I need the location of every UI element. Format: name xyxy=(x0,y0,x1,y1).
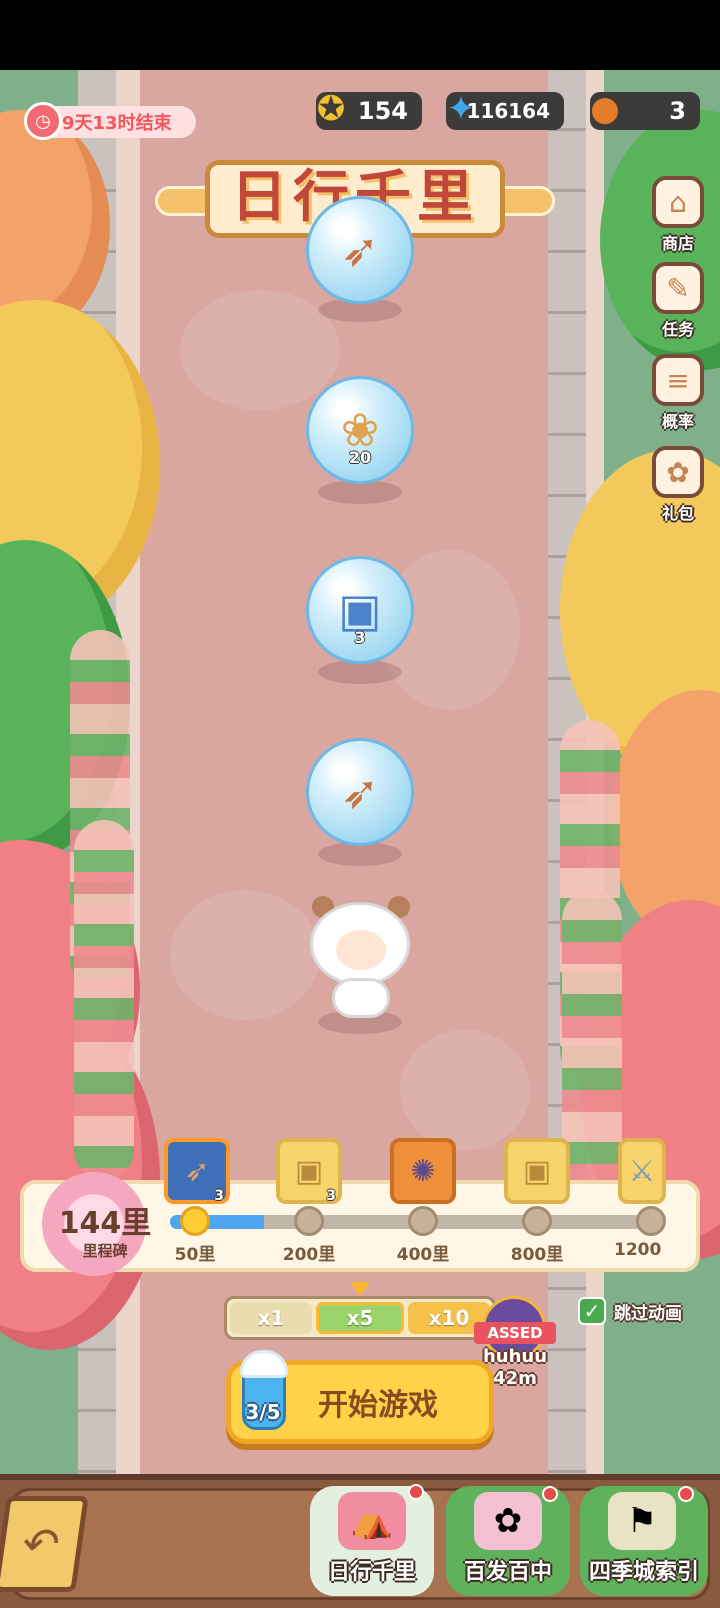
resource-gold-medal: ✪ 154 xyxy=(316,89,422,130)
spear-icon: ➶ xyxy=(340,223,380,277)
back-button[interactable]: ↶ xyxy=(0,1496,89,1592)
shop-icon: ⌂ xyxy=(652,176,704,228)
milestone-distance: 50里 xyxy=(174,1245,216,1265)
milestone-current-distance: 144里 xyxy=(58,1206,152,1241)
milestone-reward-2[interactable]: ▣ 3 xyxy=(276,1138,342,1204)
side-button-shop[interactable]: ⌂ 商店 xyxy=(648,176,708,256)
sheep-character xyxy=(306,896,416,1026)
milestone-reward-5[interactable]: ⚔ xyxy=(618,1138,666,1204)
flower-icon: ✿ xyxy=(474,1492,542,1550)
task-icon: ✎ xyxy=(652,262,704,314)
milestone-node xyxy=(294,1206,324,1236)
road-pattern xyxy=(170,890,320,1020)
nav-tab-label: 四季城索引 xyxy=(588,1560,699,1585)
wand-icon: ✺ xyxy=(410,1153,436,1189)
multiplier-selector: x1 x5 x10 xyxy=(224,1296,496,1340)
probability-icon: ≡ xyxy=(652,354,704,406)
back-arrow-icon: ↶ xyxy=(18,1518,64,1570)
side-button-label: 商店 xyxy=(661,234,694,253)
reward-bubble-chest: ▣ 3 xyxy=(306,556,414,664)
side-button-gift[interactable]: ✿ 礼包 xyxy=(648,446,708,526)
skip-animation-label: 跳过动画 xyxy=(614,1303,682,1324)
side-button-label: 任务 xyxy=(661,320,694,339)
chest-icon: ▣ xyxy=(522,1153,552,1189)
notification-dot xyxy=(408,1484,424,1500)
status-bar-area xyxy=(0,0,720,70)
passed-tag: ASSED xyxy=(474,1322,556,1344)
resource-value: 154 xyxy=(357,97,408,125)
road-pattern xyxy=(180,290,340,410)
side-button-task[interactable]: ✎ 任务 xyxy=(648,262,708,342)
road-pattern xyxy=(400,1030,530,1150)
chest-icon: ▣ xyxy=(294,1153,324,1189)
sword-icon: ⚔ xyxy=(628,1153,656,1189)
side-button-probability[interactable]: ≡ 概率 xyxy=(648,354,708,434)
resource-burger: ● 3 xyxy=(590,89,700,130)
drink-ticket-icon: 3/5 xyxy=(234,1350,292,1432)
medal-icon: ✪ xyxy=(316,89,346,129)
milestone-node xyxy=(522,1206,552,1236)
cup-cream xyxy=(240,1350,288,1378)
milestone-node xyxy=(408,1206,438,1236)
reward-count: 20 xyxy=(348,448,372,467)
side-button-label: 礼包 xyxy=(661,504,694,523)
nav-tab-bullseye[interactable]: ✿ 百发百中 xyxy=(446,1486,570,1596)
skip-animation-toggle[interactable]: ✓ 跳过动画 xyxy=(578,1297,682,1325)
spear-icon: ➶ xyxy=(184,1153,210,1189)
start-game-label: 开始游戏 xyxy=(318,1388,438,1423)
milestone-node xyxy=(180,1206,210,1236)
event-timer-text: 9天13时结束 xyxy=(62,113,172,134)
reward-count: 3 xyxy=(326,1188,336,1204)
notification-dot xyxy=(678,1486,694,1502)
milestone-distance: 1200 xyxy=(614,1240,662,1260)
carousel-icon: ⛺ xyxy=(338,1492,406,1550)
clock-icon: ◷ xyxy=(24,102,62,140)
burger-icon: ● xyxy=(590,89,620,129)
nav-tab-daily-journey[interactable]: ⛺ 日行千里 xyxy=(310,1484,434,1596)
nav-tab-label: 日行千里 xyxy=(327,1560,416,1585)
milestone-reward-3[interactable]: ✺ xyxy=(390,1138,456,1204)
spear-icon: ➶ xyxy=(340,765,380,819)
ticket-count: 3/5 xyxy=(245,1400,281,1424)
star-icon: ✦ xyxy=(446,89,476,129)
checkmark-icon[interactable]: ✓ xyxy=(578,1297,606,1325)
reward-bubble-spear: ➶ xyxy=(306,738,414,846)
gift-icon: ✿ xyxy=(652,446,704,498)
milestone-distance: 200里 xyxy=(282,1245,336,1265)
reward-count: 3 xyxy=(354,628,366,647)
rose-bush-left xyxy=(74,820,134,1180)
map-icon: ⚑ xyxy=(608,1492,676,1550)
milestone-reward-4[interactable]: ▣ xyxy=(504,1138,570,1204)
sheep-face xyxy=(336,930,386,970)
milestone-reward-1[interactable]: ➶ 3 xyxy=(164,1138,230,1204)
milestone-node xyxy=(636,1206,666,1236)
resource-blue-star[interactable]: ✦ 116164 xyxy=(446,89,564,130)
milestone-distance: 800里 xyxy=(510,1245,564,1265)
multiplier-x1[interactable]: x1 xyxy=(230,1302,312,1334)
multiplier-x5[interactable]: x5 xyxy=(316,1302,404,1334)
reward-bubble-spear: ➶ xyxy=(306,196,414,304)
reward-count: 3 xyxy=(214,1188,224,1204)
reward-bubble-cookies: ❀ 20 xyxy=(306,376,414,484)
side-button-label: 概率 xyxy=(661,412,694,431)
notification-dot xyxy=(542,1486,558,1502)
milestone-distance: 400里 xyxy=(396,1245,450,1265)
event-timer: ◷ 9天13时结束 xyxy=(24,102,196,140)
nav-tab-label: 百发百中 xyxy=(463,1560,552,1585)
resource-value: 3 xyxy=(669,97,686,125)
selected-arrow-icon xyxy=(350,1282,370,1296)
sheep-body xyxy=(332,978,390,1018)
nav-tab-seasons-index[interactable]: ⚑ 四季城索引 xyxy=(580,1486,708,1596)
